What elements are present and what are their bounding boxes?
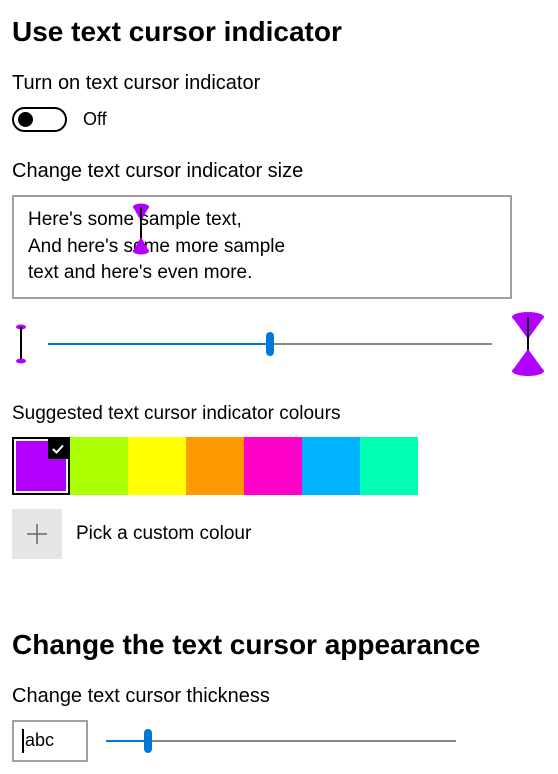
sample-text-box: Here's some sample text, And here's some… [12,195,512,299]
plus-icon [26,523,48,545]
colour-swatch-3[interactable] [186,437,244,495]
colour-swatch-4[interactable] [244,437,302,495]
sample-line-3: text and here's even more. [28,260,496,287]
colour-swatch-1[interactable] [70,437,128,495]
colours-label: Suggested text cursor indicator colours [12,403,546,425]
size-slider-fill [48,343,270,345]
custom-colour-button[interactable] [12,509,62,559]
size-small-icon [12,324,30,364]
page-title: Use text cursor indicator [12,16,546,48]
thickness-preview-text: abc [25,730,54,751]
colour-swatch-0[interactable] [12,437,70,495]
colour-swatch-6[interactable] [360,437,418,495]
size-large-icon [510,311,546,377]
thickness-preview: abc [12,720,88,762]
colour-swatches [12,437,546,495]
colour-swatch-5[interactable] [302,437,360,495]
colour-swatch-2[interactable] [128,437,186,495]
check-icon [48,439,68,459]
custom-colour-label: Pick a custom colour [76,523,251,545]
thickness-slider-thumb[interactable] [144,729,152,753]
thickness-slider-fill [106,740,148,742]
toggle-knob [18,112,33,127]
thickness-slider[interactable] [106,730,456,752]
sample-line-2: And here's some more sample [28,234,496,261]
toggle-label: Turn on text cursor indicator [12,72,546,95]
size-slider-thumb[interactable] [266,332,274,356]
sample-line-1: Here's some sample text, [28,207,496,234]
section2-title: Change the text cursor appearance [12,629,546,661]
thickness-label: Change text cursor thickness [12,685,546,708]
toggle-state-text: Off [83,109,107,130]
cursor-indicator-toggle[interactable] [12,107,67,132]
size-label: Change text cursor indicator size [12,160,546,183]
caret-icon [22,729,24,753]
size-slider[interactable] [48,333,492,355]
